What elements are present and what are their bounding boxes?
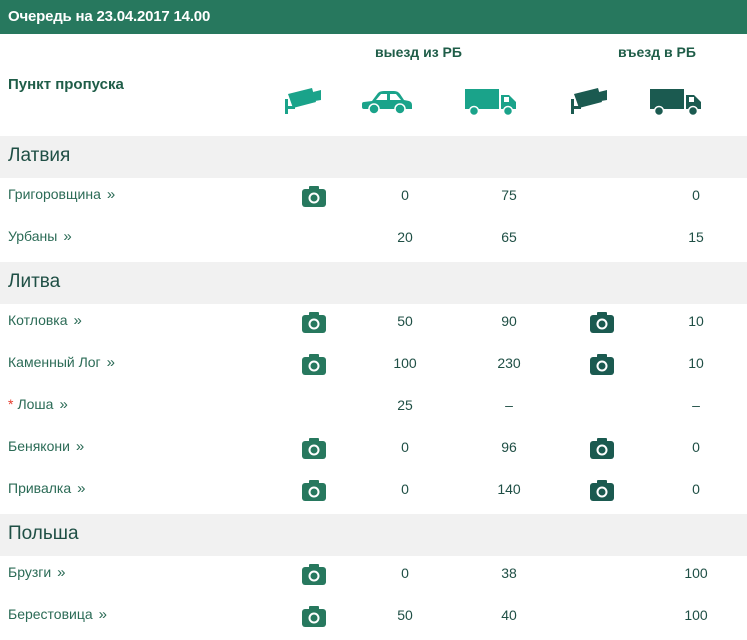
double-chevron-right-icon: »	[75, 438, 85, 455]
exit-trucks-count: –	[505, 397, 513, 413]
checkpoint-name: Каменный Лог	[8, 354, 101, 370]
exit-cars-count: 50	[397, 313, 413, 329]
checkpoint-link[interactable]: Бенякони »	[8, 438, 84, 455]
exit-cars-count: 0	[401, 439, 409, 455]
entry-trucks-count: 100	[684, 565, 708, 581]
exit-trucks-count: 90	[501, 313, 517, 329]
double-chevron-right-icon: »	[106, 186, 116, 203]
asterisk-mark: *	[8, 396, 14, 412]
table-row: Привалка » 0 140 0	[0, 472, 747, 514]
exit-cars-count: 20	[397, 229, 413, 245]
checkpoint-link[interactable]: Урбаны »	[8, 228, 72, 245]
checkpoint-name: Бенякони	[8, 438, 70, 454]
double-chevron-right-icon: »	[73, 312, 82, 329]
exit-trucks-count: 40	[501, 607, 517, 623]
exit-cars-count: 25	[397, 397, 413, 413]
double-chevron-right-icon: »	[63, 228, 72, 245]
exit-trucks-count: 38	[501, 565, 517, 581]
table-row: Григоровщина » 0 75 0	[0, 178, 747, 220]
checkpoint-name: Привалка	[8, 480, 72, 496]
camera-icon[interactable]	[590, 354, 614, 375]
checkpoint-name: Берестовица	[8, 606, 93, 622]
exit-cars-count: 0	[401, 565, 409, 581]
checkpoint-link[interactable]: Привалка »	[8, 480, 85, 497]
exit-trucks-count: 96	[501, 439, 517, 455]
camera-icon[interactable]	[302, 438, 326, 459]
exit-trucks-count: 65	[501, 229, 517, 245]
checkpoint-link[interactable]: Григоровщина »	[8, 186, 115, 203]
exit-trucks-count: 230	[497, 355, 521, 371]
table-row: Каменный Лог » 100 230 10	[0, 346, 747, 388]
exit-cars-count: 50	[397, 607, 413, 623]
checkpoint-name: Урбаны	[8, 228, 58, 244]
entry-trucks-count: 0	[692, 481, 700, 497]
camera-icon[interactable]	[590, 438, 614, 459]
table-row: Берестовица » 50 40 100	[0, 598, 747, 640]
entry-trucks-count: 10	[688, 355, 704, 371]
camera-icon[interactable]	[590, 312, 614, 333]
checkpoint-link[interactable]: * Лоша »	[8, 396, 68, 413]
truck-icon	[650, 89, 701, 117]
checkpoint-link[interactable]: Котловка »	[8, 312, 82, 329]
checkpoint-name: Лоша	[17, 396, 54, 412]
double-chevron-right-icon: »	[106, 354, 116, 371]
exit-trucks-count: 140	[497, 481, 521, 497]
entry-group-label: въезд в РБ	[618, 44, 696, 60]
camera-icon[interactable]	[302, 312, 326, 333]
camera-icon[interactable]	[302, 186, 326, 207]
entry-trucks-count: 15	[688, 229, 704, 245]
entry-trucks-count: 0	[692, 187, 700, 203]
checkpoint-column-title: Пункт пропуска	[8, 76, 124, 93]
car-icon	[362, 91, 412, 115]
country-header: Латвия	[0, 136, 747, 178]
double-chevron-right-icon: »	[59, 396, 68, 413]
camera-icon[interactable]	[302, 354, 326, 375]
double-chevron-right-icon: »	[57, 564, 66, 581]
checkpoint-name: Брузги	[8, 564, 52, 580]
exit-cars-count: 100	[393, 355, 417, 371]
entry-trucks-count: 100	[684, 607, 708, 623]
exit-trucks-count: 75	[501, 187, 517, 203]
entry-trucks-count: 0	[692, 439, 700, 455]
double-chevron-right-icon: »	[77, 480, 86, 497]
table-row: Урбаны » 20 65 15	[0, 220, 747, 262]
camera-icon[interactable]	[302, 606, 326, 627]
country-header: Литва	[0, 262, 747, 304]
cctv-camera-icon	[285, 88, 321, 114]
checkpoint-name: Григоровщина	[8, 186, 101, 202]
exit-cars-count: 0	[401, 187, 409, 203]
checkpoint-link[interactable]: Брузги »	[8, 564, 66, 581]
cctv-camera-icon	[571, 88, 607, 114]
table-group-headers: выезд из РБ въезд в РБ	[375, 44, 747, 64]
camera-icon[interactable]	[302, 480, 326, 501]
table-row: Котловка » 50 90 10	[0, 304, 747, 346]
table-row: Брузги » 0 38 100	[0, 556, 747, 598]
table-row: Бенякони » 0 96 0	[0, 430, 747, 472]
checkpoint-name: Котловка	[8, 312, 68, 328]
exit-cars-count: 0	[401, 481, 409, 497]
entry-trucks-count: –	[692, 397, 700, 413]
country-header: Польша	[0, 514, 747, 556]
checkpoint-link[interactable]: Берестовица »	[8, 606, 107, 623]
truck-icon	[465, 89, 516, 117]
entry-trucks-count: 10	[688, 313, 704, 329]
checkpoint-link[interactable]: Каменный Лог »	[8, 354, 115, 371]
page-title: Очередь на 23.04.2017 14.00	[0, 0, 747, 34]
table-row: * Лоша » 25 – –	[0, 388, 747, 430]
camera-icon[interactable]	[590, 480, 614, 501]
double-chevron-right-icon: »	[98, 606, 107, 623]
camera-icon[interactable]	[302, 564, 326, 585]
exit-group-label: выезд из РБ	[375, 44, 462, 60]
